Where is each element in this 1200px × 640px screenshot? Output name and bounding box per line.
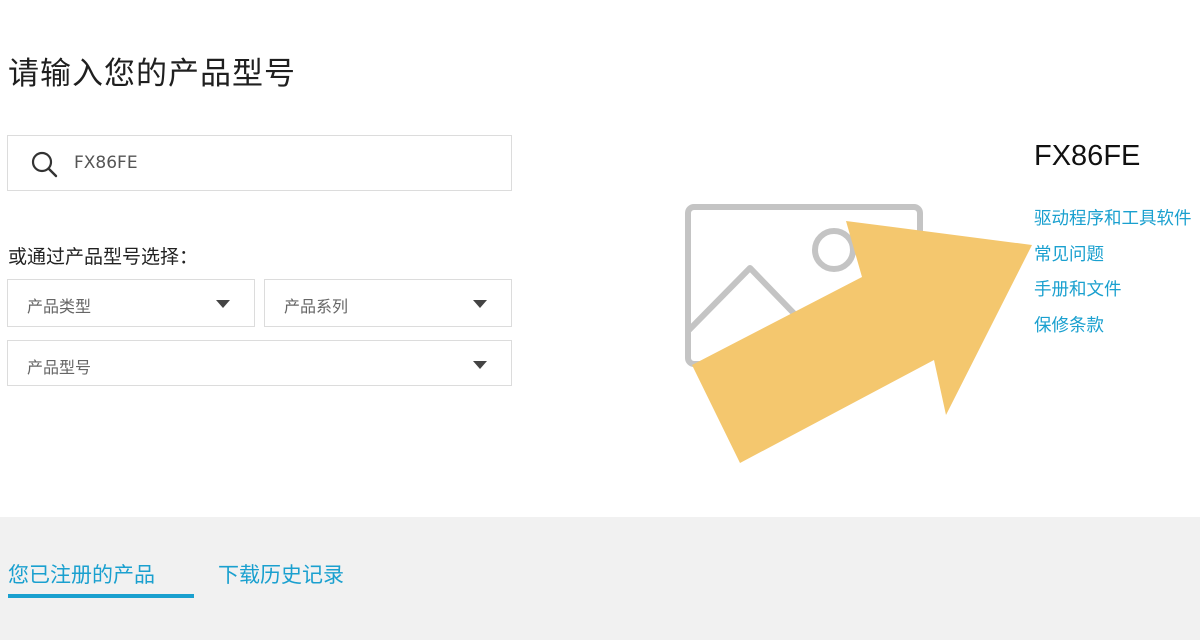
caret-down-icon (473, 361, 487, 369)
drivers-tools-link[interactable]: 驱动程序和工具软件 (1034, 209, 1192, 229)
product-series-dropdown-label: 产品系列 (284, 297, 349, 316)
manuals-documents-link[interactable]: 手册和文件 (1034, 280, 1122, 300)
product-model-name: FX86FE (1034, 140, 1141, 172)
page-title: 请输入您的产品型号 (8, 56, 296, 92)
active-tab-indicator (8, 594, 194, 598)
product-series-dropdown[interactable]: 产品系列 (264, 279, 512, 327)
product-search-box[interactable] (7, 135, 512, 191)
faq-link[interactable]: 常见问题 (1034, 245, 1104, 265)
product-type-dropdown-label: 产品类型 (27, 297, 92, 316)
list-item: 驱动程序和工具软件 (1034, 205, 1192, 241)
search-icon[interactable] (30, 150, 60, 178)
caret-down-icon (216, 300, 230, 308)
product-model-dropdown-label: 产品型号 (27, 358, 92, 377)
pointer-arrow-icon (692, 221, 1032, 463)
tab-download-history[interactable]: 下载历史记录 (218, 559, 344, 589)
account-tabs-band: 您已注册的产品 下载历史记录 (0, 517, 1200, 640)
tab-registered-products[interactable]: 您已注册的产品 (8, 559, 155, 589)
select-by-model-label: 或通过产品型号选择： (8, 246, 199, 268)
warranty-link[interactable]: 保修条款 (1034, 316, 1104, 336)
list-item: 手册和文件 (1034, 276, 1192, 312)
product-type-dropdown[interactable]: 产品类型 (7, 279, 255, 327)
list-item: 保修条款 (1034, 312, 1192, 348)
product-support-links: 驱动程序和工具软件 常见问题 手册和文件 保修条款 (1034, 205, 1192, 347)
search-input[interactable] (74, 146, 494, 180)
list-item: 常见问题 (1034, 241, 1192, 277)
product-model-dropdown[interactable]: 产品型号 (7, 340, 512, 386)
caret-down-icon (473, 300, 487, 308)
product-image-placeholder (680, 195, 1040, 475)
